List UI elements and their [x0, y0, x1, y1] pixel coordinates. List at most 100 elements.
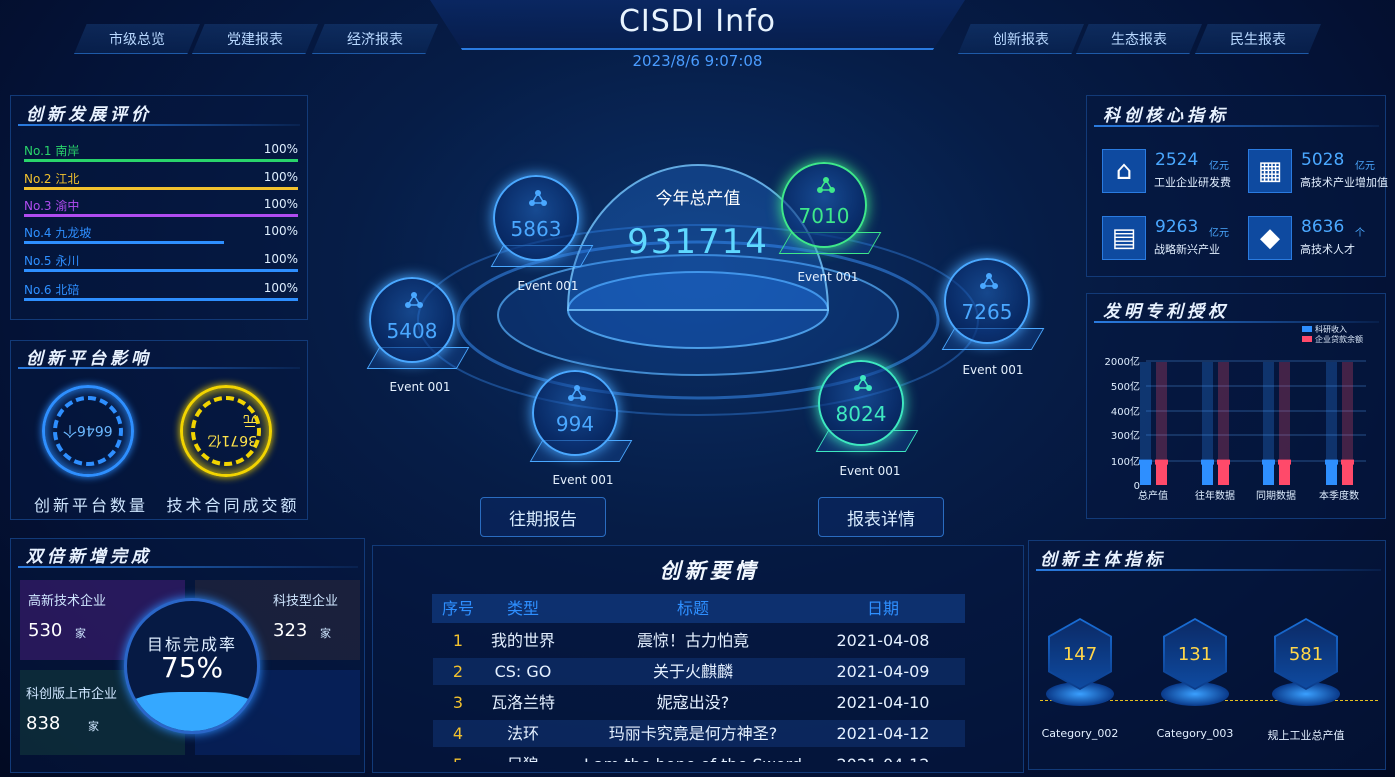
ranking-bar	[24, 187, 298, 190]
event-node[interactable]: 5863	[493, 175, 579, 261]
ranking-percent: 100%	[263, 142, 298, 156]
hex-value: 581	[1276, 620, 1336, 688]
patent-title: 发明专利授权	[1103, 302, 1229, 322]
legend-label: 科研收入	[1315, 324, 1347, 334]
table-row[interactable]: 3 瓦洛兰特 妮寇出没? 2021-04-10	[433, 689, 965, 716]
table-cell: 我的世界	[490, 631, 555, 650]
indicator-value: 5028	[1301, 150, 1345, 170]
network-icon	[568, 384, 586, 402]
bar-cap	[1325, 459, 1338, 465]
ranking-name: No.6 北碚	[24, 283, 80, 297]
home-icon: ⌂	[1102, 149, 1146, 193]
network-icon	[854, 374, 872, 392]
hex-value: 147	[1050, 620, 1110, 688]
ranking-item: No.2 江北 100%	[24, 170, 298, 190]
shop-icon: ▤	[1102, 216, 1146, 260]
table-cell: 玛丽卡究竟是何方神圣?	[608, 724, 778, 743]
ranking-bar	[24, 241, 225, 244]
table-cell: 法环	[506, 724, 539, 743]
bar	[1342, 463, 1353, 485]
legend-label: 企业贷款余额	[1315, 334, 1363, 344]
indicator-label: 高技术人才	[1300, 243, 1355, 256]
network-icon	[817, 176, 835, 194]
x-tick-label: 往年数据	[1195, 489, 1235, 502]
hex-label: Category_003	[1156, 727, 1234, 740]
divider	[1036, 569, 1381, 571]
event-node-label: Event 001	[552, 473, 614, 487]
x-tick-label: 同期数据	[1256, 489, 1296, 502]
event-node-value: 5408	[386, 319, 438, 343]
indicator-unit: 亿元	[1209, 161, 1229, 172]
event-node[interactable]: 994	[532, 370, 618, 456]
ranking-name: No.3 渝中	[24, 199, 80, 213]
subject-title: 创新主体指标	[1040, 550, 1166, 570]
event-node[interactable]: 7010	[781, 162, 867, 248]
bar-cap	[1217, 459, 1230, 465]
table-cell: 3	[452, 693, 464, 712]
table-cell: 2021-04-08	[836, 631, 930, 650]
ranking-item: No.4 九龙坡 100%	[24, 224, 298, 244]
indicator-unit: 亿元	[1209, 228, 1229, 239]
indicator-value: 8636	[1301, 217, 1345, 237]
table-cell: 震惊！古力怕竟	[636, 631, 749, 650]
ranking-bar	[24, 269, 298, 272]
bar	[1218, 463, 1229, 485]
bar	[1202, 463, 1213, 485]
legend-swatch	[1302, 326, 1312, 332]
ranking-percent: 100%	[263, 224, 298, 238]
hex-label: Category_002	[1041, 727, 1119, 740]
core-indicators-title: 科创核心指标	[1103, 106, 1229, 126]
bar	[1156, 463, 1167, 485]
ranking-name: No.4 九龙坡	[24, 226, 92, 240]
event-node-label: Event 001	[517, 279, 579, 293]
table-row[interactable]: 4 法环 玛丽卡究竟是何方神圣? 2021-04-12	[433, 720, 965, 747]
y-tick-label: 2000亿	[1105, 355, 1140, 368]
table-cell: 2021-04-09	[836, 662, 930, 681]
y-tick-label: 500亿	[1111, 380, 1140, 393]
ranking-name: No.1 南岸	[24, 144, 80, 158]
x-tick-label: 总产值	[1138, 489, 1168, 502]
bar-cap	[1341, 459, 1354, 465]
bar-cap	[1278, 459, 1291, 465]
event-node[interactable]: 8024	[818, 360, 904, 446]
network-icon	[980, 272, 998, 290]
ranking-item: No.3 渝中 100%	[24, 197, 298, 217]
event-node[interactable]: 5408	[369, 277, 455, 363]
x-tick-label: 本季度数	[1319, 489, 1359, 502]
event-node[interactable]: 7265	[944, 258, 1030, 344]
table-cell: 2	[452, 662, 464, 681]
graduation-cap-icon: ◆	[1248, 216, 1292, 260]
table-cell: CS: GO	[494, 662, 552, 681]
table-cell: 4	[452, 724, 464, 743]
ranking-bar	[24, 298, 298, 301]
indicator-value: 9263	[1155, 217, 1199, 237]
event-node-value: 994	[555, 412, 595, 436]
table-cell: 1	[452, 631, 464, 650]
indicator-value: 2524	[1155, 150, 1199, 170]
table-row[interactable]: 2 CS: GO 关于火麒麟 2021-04-09	[433, 658, 965, 685]
ranking-percent: 100%	[263, 197, 298, 211]
table-row[interactable]: 1 我的世界 震惊！古力怕竟 2021-04-08	[433, 627, 965, 654]
ranking-name: No.5 永川	[24, 254, 80, 268]
ranking-item: No.5 永川 100%	[24, 252, 298, 272]
table-cell: 2021-04-12	[836, 724, 930, 743]
event-node-label: Event 001	[962, 363, 1024, 377]
event-node-value: 8024	[835, 402, 887, 426]
ranking-item: No.6 北碚 100%	[24, 281, 298, 301]
bar	[1263, 463, 1274, 485]
y-tick-label: 100亿	[1111, 455, 1140, 468]
building-icon: ▦	[1248, 149, 1292, 193]
divider	[1094, 125, 1379, 127]
hex-label: 规上工业总产值	[1267, 729, 1345, 742]
indicator-label: 高技术产业增加值	[1300, 176, 1388, 189]
network-icon	[405, 291, 423, 309]
legend-swatch	[1302, 336, 1312, 342]
ranking-item: No.1 南岸 100%	[24, 142, 298, 162]
event-node-label: Event 001	[839, 464, 901, 478]
ranking-bar	[24, 214, 298, 217]
event-node-label: Event 001	[797, 270, 859, 284]
event-node-value: 5863	[510, 217, 562, 241]
table-cell: 瓦洛兰特	[490, 693, 555, 712]
network-icon	[529, 189, 547, 207]
bar	[1140, 463, 1151, 485]
